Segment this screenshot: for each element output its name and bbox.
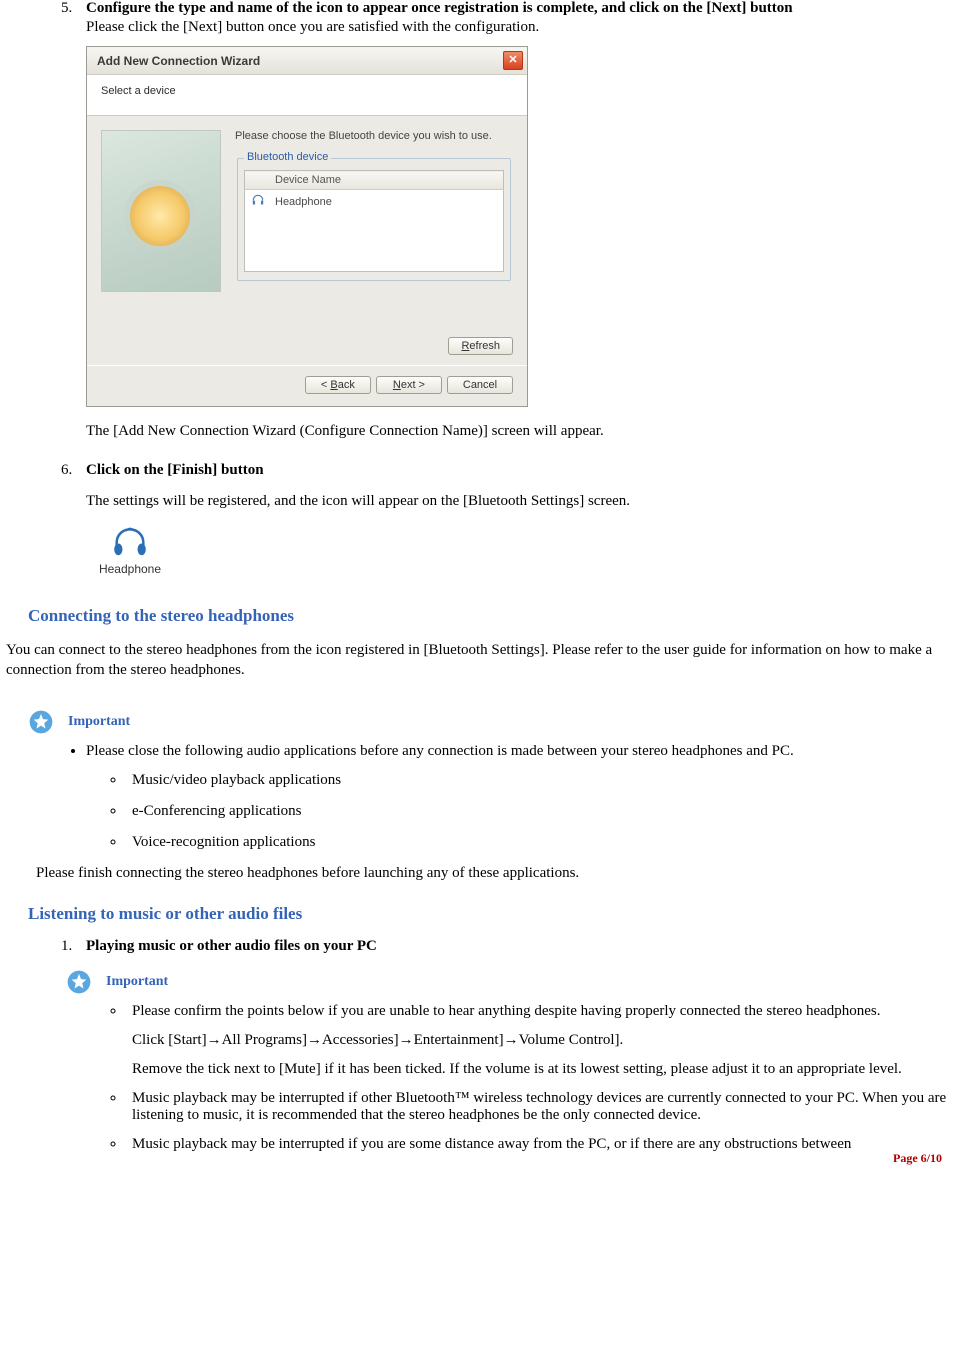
- heading-listening: Listening to music or other audio files: [28, 904, 948, 924]
- important-callout-1: Important: [28, 709, 948, 735]
- device-col-icon: [245, 171, 270, 190]
- important-1-list: Please close the following audio applica…: [6, 743, 948, 851]
- bluetooth-legend: Bluetooth device: [244, 151, 331, 163]
- device-row[interactable]: Headphone: [245, 190, 504, 214]
- wizard-instruction: Please choose the Bluetooth device you w…: [235, 130, 513, 142]
- important-1-lead: Please close the following audio applica…: [86, 743, 948, 851]
- important-1-item-2: e-Conferencing applications: [126, 803, 948, 820]
- wizard-body: Please choose the Bluetooth device you w…: [87, 116, 527, 365]
- wizard-titlebar: Add New Connection Wizard ✕: [87, 47, 527, 75]
- next-button[interactable]: Next >: [376, 376, 442, 394]
- step-6: Click on the [Finish] button The setting…: [76, 462, 948, 510]
- step-5: Configure the type and name of the icon …: [76, 0, 948, 36]
- page-number: Page 6/10: [893, 1151, 942, 1165]
- page-footer: Page 6/10: [6, 1151, 942, 1166]
- important-label-1: Important: [68, 714, 130, 730]
- important-1-after: Please finish connecting the stereo head…: [36, 865, 948, 882]
- refresh-button[interactable]: Refresh: [448, 337, 513, 355]
- listening-step-1-title: Playing music or other audio files on yo…: [86, 938, 377, 954]
- heading-connecting: Connecting to the stereo headphones: [28, 606, 948, 626]
- headphone-result-icon: Headphone: [90, 524, 170, 576]
- important-2-item-1-p1: Click [Start]→All Programs]→Accessories]…: [132, 1032, 948, 1049]
- device-list-table[interactable]: Device Name Headp: [244, 170, 504, 272]
- wizard-side-image: [101, 130, 221, 292]
- headphone-icon-label: Headphone: [90, 562, 170, 576]
- headphone-icon: [251, 193, 265, 207]
- important-1-item-3: Voice-recognition applications: [126, 834, 948, 851]
- wizard-header: Select a device: [87, 75, 527, 116]
- wizard-title: Add New Connection Wizard: [97, 54, 260, 68]
- step-6-desc: The settings will be registered, and the…: [86, 493, 948, 510]
- important-1-sublist: Music/video playback applications e-Conf…: [86, 772, 948, 851]
- important-label-2: Important: [106, 974, 168, 990]
- important-icon: [28, 709, 54, 735]
- important-2-list: Please confirm the points below if you a…: [6, 1003, 948, 1153]
- device-col-name: Device Name: [269, 171, 504, 190]
- important-2-item-2: Music playback may be interrupted if oth…: [126, 1090, 948, 1124]
- back-button[interactable]: < Back: [305, 376, 371, 394]
- device-name-cell: Headphone: [269, 190, 504, 214]
- close-icon: ✕: [508, 55, 517, 66]
- cancel-button[interactable]: Cancel: [447, 376, 513, 394]
- connecting-intro: You can connect to the stereo headphones…: [6, 640, 942, 681]
- listening-step-1: Playing music or other audio files on yo…: [76, 938, 948, 955]
- step-5-title: Configure the type and name of the icon …: [86, 0, 793, 16]
- add-connection-wizard-dialog: Add New Connection Wizard ✕ Select a dev…: [86, 46, 528, 407]
- headphone-large-icon: [110, 524, 150, 558]
- important-2-item-1: Please confirm the points below if you a…: [126, 1003, 948, 1078]
- important-callout-2: Important: [66, 969, 948, 995]
- step-5-desc: Please click the [Next] button once you …: [86, 19, 948, 36]
- important-icon: [66, 969, 92, 995]
- step-5-after: The [Add New Connection Wizard (Configur…: [86, 423, 948, 440]
- wizard-footer: < Back Next > Cancel: [87, 365, 527, 406]
- important-2-item-1-p2: Remove the tick next to [Mute] if it has…: [132, 1061, 948, 1078]
- step-6-title: Click on the [Finish] button: [86, 462, 264, 478]
- important-1-item-1: Music/video playback applications: [126, 772, 948, 789]
- bluetooth-device-group: Bluetooth device Device Name: [237, 152, 511, 281]
- close-button[interactable]: ✕: [503, 51, 523, 70]
